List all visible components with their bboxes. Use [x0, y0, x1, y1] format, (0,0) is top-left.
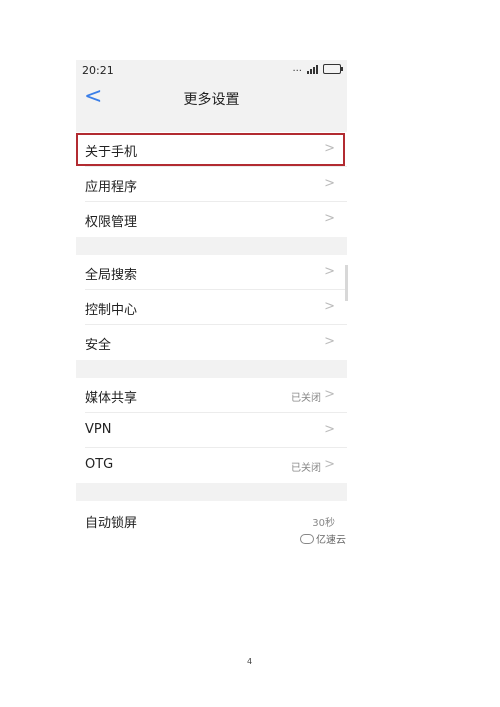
chevron-right-icon: > [324, 334, 335, 349]
highlight-box [76, 133, 345, 166]
settings-row-media-sharing[interactable]: 媒体共享 已关闭 > [76, 378, 347, 413]
watermark: 亿速云 [300, 531, 346, 546]
page-title: 更多设置 [183, 92, 240, 108]
settings-row-control-center[interactable]: 控制中心 > [76, 290, 347, 325]
chevron-right-icon: > [324, 264, 335, 279]
chevron-right-icon: > [324, 387, 335, 402]
row-label: 媒体共享 [85, 391, 138, 406]
row-label: OTG [85, 457, 114, 472]
settings-row-vpn[interactable]: VPN > [76, 413, 347, 448]
settings-row-permissions[interactable]: 权限管理 > [76, 202, 347, 237]
row-label: VPN [85, 422, 112, 437]
section-gap [76, 483, 347, 501]
settings-row-global-search[interactable]: 全局搜索 > [76, 255, 347, 290]
row-label: 应用程序 [85, 180, 138, 195]
signal-icon [307, 64, 318, 74]
settings-row-applications[interactable]: 应用程序 > [76, 167, 347, 202]
settings-row-otg[interactable]: OTG 已关闭 > [76, 448, 347, 483]
section-gap [76, 360, 347, 378]
chevron-right-icon: > [324, 422, 335, 437]
battery-icon [323, 64, 343, 74]
row-label: 全局搜索 [85, 268, 138, 283]
row-value: 已关闭 [291, 393, 321, 404]
settings-row-security[interactable]: 安全 > [76, 325, 347, 360]
page-number: 4 [247, 657, 253, 666]
row-value: 30秒 [312, 518, 335, 529]
status-time: 20:21 [82, 64, 114, 77]
watermark-text: 亿速云 [316, 535, 346, 546]
section-gap [76, 237, 347, 255]
row-label: 安全 [85, 338, 112, 353]
chevron-right-icon: > [324, 176, 335, 191]
nav-bar: < 更多设置 [76, 82, 347, 114]
chevron-right-icon: > [324, 457, 335, 472]
row-label: 控制中心 [85, 303, 138, 318]
row-label: 自动锁屏 [85, 516, 138, 531]
row-value: 已关闭 [291, 463, 321, 474]
more-dots-icon: ... [292, 63, 302, 74]
chevron-right-icon: > [324, 211, 335, 226]
phone-screen: 20:21 ... < 更多设置 关于手机 > 应用程序 > 权限管理 > 全局… [76, 60, 347, 544]
status-bar: 20:21 ... [76, 60, 347, 82]
chevron-right-icon: > [324, 299, 335, 314]
cloud-icon [300, 533, 314, 544]
row-label: 权限管理 [85, 215, 138, 230]
status-icons: ... [292, 63, 343, 75]
scrollbar[interactable] [345, 265, 348, 301]
section-gap [76, 114, 347, 132]
